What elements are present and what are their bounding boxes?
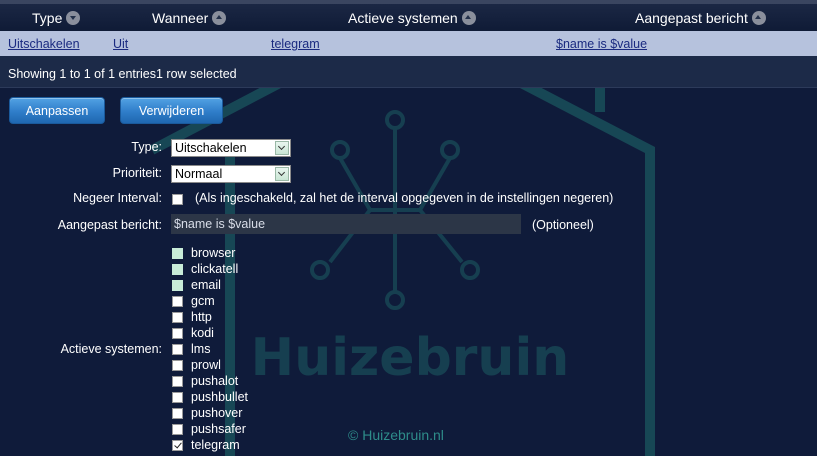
column-header-wanneer[interactable]: Wanneer <box>152 10 227 26</box>
ignore-interval-label: Negeer Interval: <box>73 191 162 205</box>
cell-wanneer[interactable]: Uit <box>113 37 128 51</box>
system-checkbox-lms[interactable] <box>172 344 183 355</box>
priority-label: Prioriteit: <box>112 166 162 180</box>
watermark-copyright: © Huizebruin.nl <box>348 427 444 443</box>
cell-aangepast-bericht[interactable]: $name is $value <box>556 37 647 51</box>
cell-actieve-systemen[interactable]: telegram <box>271 37 320 51</box>
system-checkbox-http[interactable] <box>172 312 183 323</box>
chevron-down-icon[interactable] <box>275 141 289 155</box>
priority-select-value: Normaal <box>175 167 223 181</box>
system-checkbox-pushalot[interactable] <box>172 376 183 387</box>
table-row[interactable]: Uitschakelen Uit telegram $name is $valu… <box>0 31 817 56</box>
system-label-prowl: prowl <box>191 358 221 372</box>
system-label-pushsafer: pushsafer <box>191 422 246 436</box>
sort-ascending-icon[interactable] <box>212 11 227 25</box>
type-select-value: Uitschakelen <box>175 141 247 155</box>
sort-descending-icon[interactable] <box>66 11 81 25</box>
table-info-bar: Showing 1 to 1 of 1 entries1 row selecte… <box>0 56 817 88</box>
system-label-email: email <box>191 278 221 292</box>
system-checkbox-clickatell[interactable] <box>172 264 183 275</box>
system-label-browser: browser <box>191 246 236 260</box>
priority-select[interactable]: Normaal <box>171 165 291 183</box>
system-label-kodi: kodi <box>191 326 214 340</box>
system-label-lms: lms <box>191 342 211 356</box>
system-label-pushbullet: pushbullet <box>191 390 248 404</box>
cell-type[interactable]: Uitschakelen <box>8 37 80 51</box>
type-label: Type: <box>131 140 162 154</box>
watermark-brand: Huizebruin <box>251 328 570 388</box>
ignore-interval-hint: (Als ingeschakeld, zal het de interval o… <box>195 191 614 205</box>
edit-button[interactable]: Aanpassen <box>9 97 105 124</box>
ignore-interval-checkbox[interactable] <box>172 194 183 205</box>
system-checkbox-kodi[interactable] <box>172 328 183 339</box>
sort-ascending-icon[interactable] <box>461 11 476 25</box>
table-info-text: Showing 1 to 1 of 1 entries1 row selecte… <box>8 67 237 81</box>
system-label-clickatell: clickatell <box>191 262 239 276</box>
message-label: Aangepast bericht: <box>57 218 162 232</box>
column-header-aangepast-bericht[interactable]: Aangepast bericht <box>635 10 766 26</box>
system-checkbox-email[interactable] <box>172 280 183 291</box>
system-checkbox-pushsafer[interactable] <box>172 424 183 435</box>
system-label-gcm: gcm <box>191 294 215 308</box>
system-checkbox-pushover[interactable] <box>172 408 183 419</box>
message-input[interactable] <box>171 214 521 234</box>
column-header-actieve-systemen[interactable]: Actieve systemen <box>348 10 476 26</box>
system-checkbox-browser[interactable] <box>172 248 183 259</box>
sort-ascending-icon[interactable] <box>751 11 766 25</box>
system-label-pushover: pushover <box>191 406 243 420</box>
system-checkbox-prowl[interactable] <box>172 360 183 371</box>
optional-hint: (Optioneel) <box>532 218 594 232</box>
system-label-http: http <box>191 310 212 324</box>
table-header: Type Wanneer Actieve systemen Aangepast … <box>0 0 817 31</box>
chevron-down-icon[interactable] <box>275 167 289 181</box>
type-select[interactable]: Uitschakelen <box>171 139 291 157</box>
system-checkbox-gcm[interactable] <box>172 296 183 307</box>
system-label-telegram: telegram <box>191 438 240 452</box>
column-header-type[interactable]: Type <box>32 10 81 26</box>
delete-button[interactable]: Verwijderen <box>120 97 223 124</box>
system-checkbox-pushbullet[interactable] <box>172 392 183 403</box>
active-systems-label: Actieve systemen: <box>60 342 162 356</box>
system-label-pushalot: pushalot <box>191 374 239 388</box>
system-checkbox-telegram[interactable] <box>172 440 183 451</box>
